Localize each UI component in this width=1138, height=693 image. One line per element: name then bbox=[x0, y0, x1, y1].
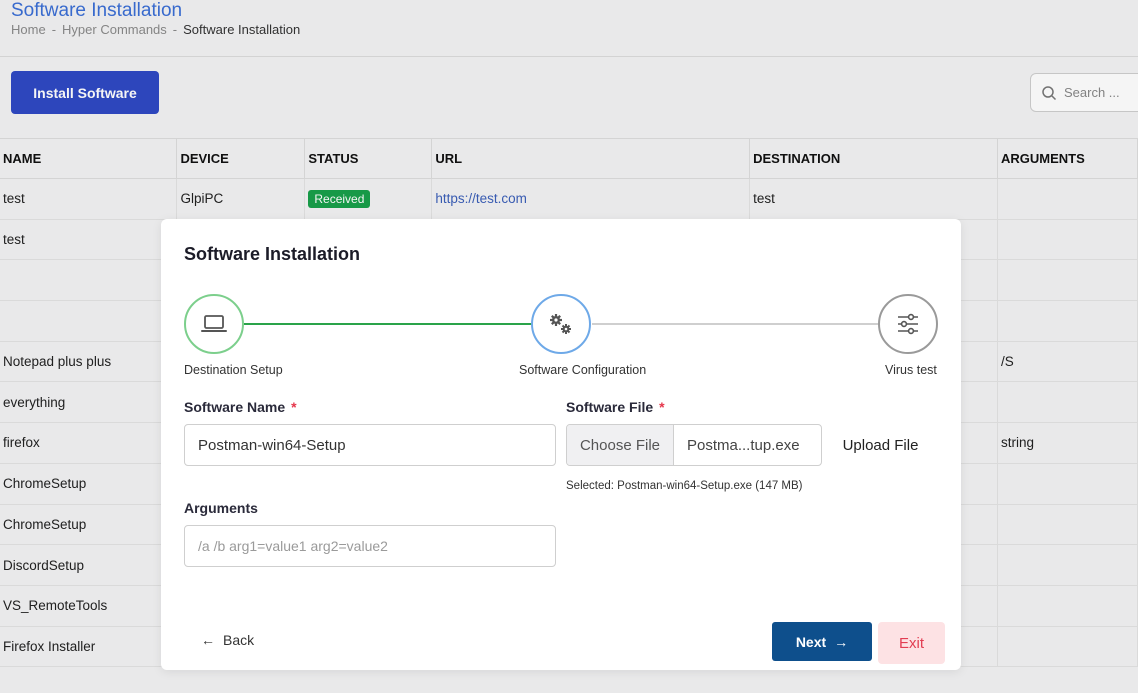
step-virus-test[interactable] bbox=[878, 294, 938, 354]
step-connector-complete bbox=[244, 323, 533, 325]
selected-file-name: Postma...tup.exe bbox=[687, 436, 800, 454]
sliders-icon bbox=[898, 313, 918, 335]
arguments-input[interactable] bbox=[184, 525, 556, 567]
step-label-software-configuration: Software Configuration bbox=[519, 363, 647, 377]
required-marker: * bbox=[291, 399, 297, 415]
software-installation-modal: Software Installation Destination Setup … bbox=[161, 219, 961, 670]
software-name-input[interactable] bbox=[184, 424, 556, 466]
required-marker: * bbox=[659, 399, 665, 415]
gears-icon bbox=[550, 314, 571, 334]
laptop-icon bbox=[201, 315, 227, 332]
exit-button[interactable]: Exit bbox=[878, 622, 945, 664]
selected-file-note: Selected: Postman-win64-Setup.exe (147 M… bbox=[566, 480, 803, 492]
next-button[interactable]: Next → bbox=[772, 622, 872, 661]
step-label-destination-setup: Destination Setup bbox=[184, 363, 283, 377]
step-destination-setup[interactable] bbox=[184, 294, 244, 354]
software-name-label: Software Name * bbox=[184, 399, 297, 415]
software-name-label-text: Software Name bbox=[184, 399, 286, 415]
modal-title: Software Installation bbox=[184, 244, 361, 264]
back-button[interactable]: ← Back bbox=[201, 632, 254, 648]
choose-file-button[interactable]: Choose File bbox=[567, 425, 674, 465]
arrow-right-icon: → bbox=[834, 633, 849, 650]
software-file-input[interactable]: Choose File Postma...tup.exe bbox=[566, 424, 822, 466]
software-file-label-text: Software File bbox=[566, 399, 654, 415]
software-file-label: Software File * bbox=[566, 399, 665, 415]
next-button-label: Next bbox=[795, 633, 827, 650]
step-connector-pending bbox=[592, 323, 879, 325]
arrow-left-icon: ← bbox=[201, 632, 215, 648]
step-software-configuration[interactable] bbox=[531, 294, 591, 354]
step-label-virus-test: Virus test bbox=[885, 363, 937, 377]
upload-file-button[interactable]: Upload File bbox=[833, 424, 928, 466]
arguments-label: Arguments bbox=[184, 500, 258, 516]
back-button-label: Back bbox=[223, 632, 255, 648]
